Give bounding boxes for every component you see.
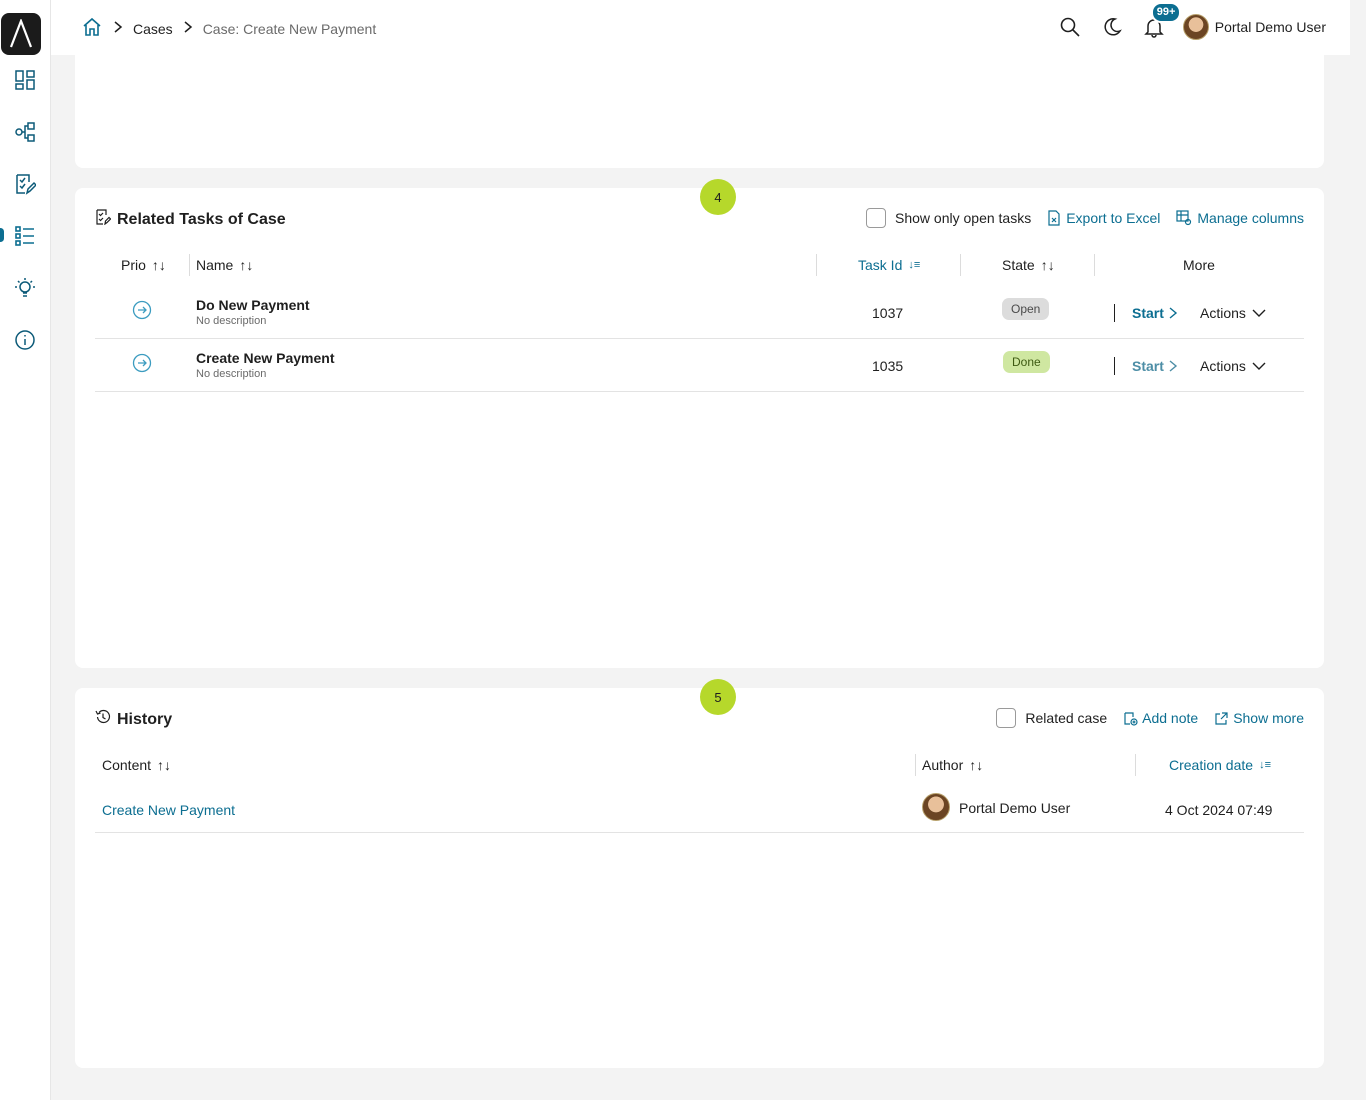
column-divider	[1135, 754, 1136, 776]
task-name[interactable]: Do New Payment	[196, 297, 310, 313]
add-note-icon	[1124, 711, 1138, 726]
task-description: No description	[196, 368, 267, 380]
start-task-button[interactable]: Start	[1132, 358, 1178, 374]
process-icon[interactable]	[12, 119, 38, 145]
sidebar	[0, 0, 51, 1100]
dashboard-icon[interactable]	[12, 67, 38, 93]
history-toolbar: Related case Add note Show more	[996, 708, 1304, 728]
chevron-down-icon	[1252, 309, 1266, 317]
history-title: History	[95, 709, 172, 730]
home-icon[interactable]	[81, 16, 103, 41]
row-divider	[95, 832, 1304, 833]
chevron-right-icon	[1169, 360, 1177, 372]
user-menu[interactable]: Portal Demo User	[1182, 14, 1326, 40]
task-id: 1035	[872, 358, 904, 374]
manage-columns-button[interactable]: Manage columns	[1176, 210, 1304, 226]
task-icon[interactable]	[12, 171, 38, 197]
column-divider	[189, 254, 190, 276]
task-id: 1037	[872, 305, 904, 321]
sort-icon: ↑↓	[969, 757, 984, 773]
task-name[interactable]: Create New Payment	[196, 350, 335, 366]
column-divider	[816, 254, 817, 276]
case-details-card	[75, 40, 1324, 168]
active-nav-indicator	[0, 228, 4, 242]
column-header-more: More	[1183, 257, 1215, 273]
column-header-author[interactable]: Author ↑↓	[922, 757, 983, 773]
start-task-button[interactable]: Start	[1132, 305, 1178, 321]
external-link-icon	[1215, 711, 1228, 725]
notification-badge: 99+	[1150, 2, 1182, 23]
row-divider	[95, 391, 1304, 392]
row-divider	[95, 338, 1304, 339]
state-badge-done: Done	[1003, 351, 1050, 373]
notification-bell-icon[interactable]: 99+	[1141, 2, 1182, 40]
related-tasks-card: 4 Related Tasks of Case Show only open t…	[75, 179, 1324, 668]
dark-mode-moon-icon[interactable]	[1099, 14, 1125, 40]
case-list-icon[interactable]	[12, 223, 38, 249]
column-header-name[interactable]: Name ↑↓	[196, 257, 253, 273]
breadcrumb-current: Case: Create New Payment	[202, 20, 377, 37]
show-more-button[interactable]: Show more	[1214, 710, 1304, 726]
priority-normal-icon	[132, 300, 152, 320]
history-content-link[interactable]: Create New Payment	[102, 802, 235, 818]
user-name: Portal Demo User	[1214, 19, 1326, 35]
axon-logo-icon	[9, 19, 33, 48]
step-badge: 5	[700, 679, 736, 715]
chevron-right-icon	[183, 20, 193, 37]
app-logo[interactable]	[1, 13, 41, 55]
column-divider	[1094, 254, 1095, 276]
step-badge: 4	[700, 179, 736, 215]
sort-icon: ↑↓	[151, 257, 166, 273]
divider	[1114, 357, 1115, 375]
breadcrumb-cases[interactable]: Cases	[133, 21, 173, 37]
export-excel-button[interactable]: Export to Excel	[1047, 210, 1160, 226]
sort-icon: ↑↓	[239, 257, 254, 273]
checkbox-box[interactable]	[996, 708, 1017, 728]
column-header-content[interactable]: Content ↑↓	[102, 757, 171, 773]
avatar	[1182, 14, 1209, 40]
related-case-checkbox[interactable]: Related case	[996, 708, 1107, 728]
checkbox-box[interactable]	[866, 208, 887, 228]
related-tasks-title: Related Tasks of Case	[95, 209, 286, 230]
excel-file-icon	[1048, 210, 1060, 226]
chevron-down-icon	[1252, 362, 1266, 370]
column-header-creation-date[interactable]: Creation date ↓≡	[1169, 757, 1271, 773]
sort-icon: ↑↓	[1040, 257, 1055, 273]
priority-normal-icon	[132, 353, 152, 373]
task-description: No description	[196, 315, 267, 327]
idea-icon[interactable]	[12, 275, 38, 301]
breadcrumb: Cases Case: Create New Payment	[81, 16, 376, 41]
divider	[1114, 304, 1115, 322]
column-header-task-id[interactable]: Task Id ↓≡	[858, 257, 920, 273]
column-divider	[915, 754, 916, 776]
add-note-button[interactable]: Add note	[1123, 710, 1198, 726]
chevron-right-icon	[1169, 307, 1177, 319]
sort-icon: ↑↓	[157, 757, 172, 773]
chevron-right-icon	[113, 20, 123, 37]
history-author: Portal Demo User	[959, 800, 1071, 816]
show-open-tasks-checkbox[interactable]: Show only open tasks	[866, 208, 1031, 228]
history-icon	[95, 709, 111, 730]
column-header-prio[interactable]: Prio ↑↓	[121, 257, 166, 273]
actions-dropdown[interactable]: Actions	[1200, 358, 1266, 374]
task-list-icon	[95, 209, 112, 230]
sort-desc-icon: ↓≡	[908, 259, 921, 271]
history-date: 4 Oct 2024 07:49	[1165, 802, 1273, 818]
column-divider	[960, 254, 961, 276]
actions-dropdown[interactable]: Actions	[1200, 305, 1266, 321]
table-settings-icon	[1176, 210, 1192, 226]
state-badge-open: Open	[1002, 298, 1050, 320]
tasks-toolbar: Show only open tasks Export to Excel Man…	[866, 208, 1304, 228]
sort-desc-icon: ↓≡	[1259, 759, 1271, 771]
avatar	[922, 793, 950, 821]
search-icon[interactable]	[1057, 14, 1083, 40]
info-icon[interactable]	[12, 327, 38, 353]
column-header-state[interactable]: State ↑↓	[1002, 257, 1055, 273]
history-card: 5 History Related case Add note Show mor…	[75, 679, 1324, 1068]
